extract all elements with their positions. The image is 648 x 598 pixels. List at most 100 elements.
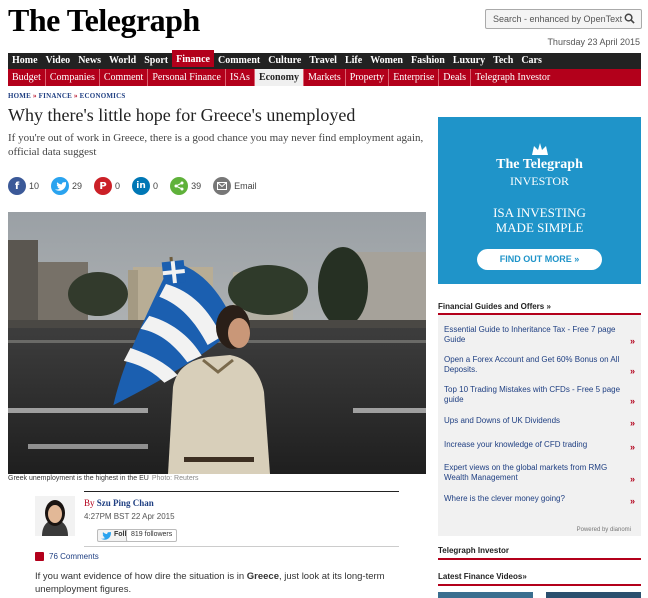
comments-link[interactable]: 76 Comments [35, 552, 99, 561]
article-body-paragraph: If you want evidence of how dire the sit… [35, 570, 425, 596]
photo-credit: Photo: Reuters [151, 475, 199, 482]
breadcrumb-separator: » [32, 92, 37, 100]
share-count: 39 [191, 181, 202, 191]
twitter-bird-icon [101, 532, 111, 540]
nav-item-fashion[interactable]: Fashion [407, 53, 449, 69]
author-photo [35, 496, 75, 536]
guide-item[interactable]: Open a Forex Account and Get 60% Bonus o… [444, 355, 629, 375]
pinterest-icon: P [94, 177, 113, 195]
breadcrumb-finance[interactable]: FINANCE [39, 92, 72, 100]
ad-subbrand: INVESTOR [509, 174, 570, 188]
twitter-share-button[interactable]: 29 [51, 177, 82, 195]
subnav-item-companies[interactable]: Companies [46, 69, 100, 86]
nav-item-video[interactable]: Video [42, 53, 75, 69]
subnav-item-budget[interactable]: Budget [8, 69, 46, 86]
caption-text: Greek unemployment is the highest in the… [8, 475, 149, 482]
subnav-item-personal-finance[interactable]: Personal Finance [148, 69, 226, 86]
latest-finance-videos-title[interactable]: Latest Finance Videos» [438, 572, 527, 581]
powered-by-dianomi[interactable]: Powered by dianomi [577, 527, 631, 533]
telegraph-investor-ad[interactable]: The Telegraph INVESTOR ISA INVESTING MAD… [438, 117, 641, 284]
search-icon[interactable] [624, 13, 635, 24]
hero-image[interactable] [8, 212, 426, 474]
author-byline: By Szu Ping Chan [84, 498, 154, 508]
subnav-item-telegraph-investor[interactable]: Telegraph Investor [471, 69, 554, 86]
email-icon [213, 177, 232, 195]
guide-item[interactable]: Increase your knowledge of CFD trading [444, 440, 629, 450]
article-timestamp: 4:27PM BST 22 Apr 2015 [84, 512, 175, 521]
author-divider-bottom [84, 546, 399, 547]
nav-item-life[interactable]: Life [341, 53, 366, 69]
guide-item[interactable]: Essential Guide to Inheritance Tax - Fre… [444, 325, 629, 345]
author-divider-top [84, 491, 399, 492]
comment-icon [35, 552, 44, 561]
video-thumbnail[interactable] [438, 592, 533, 598]
followers-count[interactable]: 819 followers [126, 529, 178, 542]
nav-item-news[interactable]: News [74, 53, 105, 69]
email-share-button[interactable]: Email [213, 177, 257, 195]
guide-arrow: » [629, 442, 635, 452]
greek-girl-with-flag-photo [8, 212, 426, 474]
search-placeholder: Search - enhanced by OpenText [493, 14, 623, 24]
nav-item-women[interactable]: Women [366, 53, 407, 69]
nav-item-travel[interactable]: Travel [305, 53, 341, 69]
telegraph-crest-icon [532, 143, 548, 155]
guide-arrow: » [629, 418, 635, 428]
breadcrumb: HOME» FINANCE» ECONOMICS [8, 92, 125, 100]
guide-item[interactable]: Where is the clever money going? [444, 494, 629, 504]
article-standfirst: If you're out of work in Greece, there i… [8, 132, 424, 158]
section-divider [438, 558, 641, 560]
facebook-share-button[interactable]: f 10 [8, 177, 39, 195]
breadcrumb-separator: » [73, 92, 78, 100]
pinterest-count: 0 [115, 181, 121, 191]
hero-caption: Greek unemployment is the highest in the… [8, 475, 199, 482]
share-icon [170, 177, 189, 195]
nav-item-luxury[interactable]: Luxury [449, 53, 489, 69]
guide-arrow: » [629, 336, 635, 346]
ad-headline-line1: ISA INVESTING [493, 205, 586, 220]
comments-count: 76 Comments [49, 552, 99, 561]
author-name[interactable]: Szu Ping Chan [97, 498, 154, 508]
share-button[interactable]: 39 [170, 177, 201, 195]
greece-link[interactable]: Greece [247, 571, 279, 582]
subnav-item-comment[interactable]: Comment [100, 69, 149, 86]
linkedin-count: 0 [153, 181, 159, 191]
telegraph-logo[interactable]: The Telegraph [8, 2, 200, 39]
nav-item-sport[interactable]: Sport [140, 53, 172, 69]
secondary-nav: Budget Companies Comment Personal Financ… [8, 69, 641, 86]
subnav-item-enterprise[interactable]: Enterprise [389, 69, 440, 86]
facebook-icon: f [8, 177, 26, 195]
subnav-item-deals[interactable]: Deals [439, 69, 472, 86]
video-thumbnail[interactable] [546, 592, 641, 598]
linkedin-share-button[interactable]: in 0 [132, 177, 158, 195]
nav-item-comment[interactable]: Comment [214, 53, 264, 69]
section-divider [438, 584, 641, 586]
subnav-item-economy[interactable]: Economy [254, 69, 304, 86]
nav-item-cars[interactable]: Cars [517, 53, 546, 69]
author-avatar[interactable] [35, 496, 75, 536]
find-out-more-button[interactable]: FIND OUT MORE » [477, 249, 602, 270]
search-input[interactable]: Search - enhanced by OpenText [485, 9, 642, 29]
email-label: Email [234, 181, 257, 191]
twitter-icon [51, 177, 70, 195]
pinterest-share-button[interactable]: P 0 [94, 177, 120, 195]
nav-item-world[interactable]: World [105, 53, 140, 69]
financial-guides-title[interactable]: Financial Guides and Offers » [438, 302, 551, 311]
subnav-item-markets[interactable]: Markets [304, 69, 346, 86]
guide-item[interactable]: Ups and Downs of UK Dividends [444, 416, 629, 426]
breadcrumb-home[interactable]: HOME [8, 92, 31, 100]
telegraph-investor-title[interactable]: Telegraph Investor [438, 546, 509, 555]
nav-item-home[interactable]: Home [8, 53, 42, 69]
nav-item-tech[interactable]: Tech [489, 53, 517, 69]
nav-item-culture[interactable]: Culture [264, 53, 305, 69]
ad-brand: The Telegraph [496, 157, 583, 172]
guide-item[interactable]: Top 10 Trading Mistakes with CFDs - Free… [444, 385, 629, 405]
primary-nav: Home Video News World Sport Finance Comm… [8, 50, 641, 69]
breadcrumb-economics[interactable]: ECONOMICS [80, 92, 126, 100]
current-date: Thursday 23 April 2015 [547, 37, 640, 47]
subnav-item-isas[interactable]: ISAs [226, 69, 255, 86]
nav-item-finance[interactable]: Finance [172, 50, 214, 67]
subnav-item-property[interactable]: Property [346, 69, 390, 86]
twitter-count: 29 [72, 181, 83, 191]
byline-prefix: By [84, 498, 95, 508]
guide-item[interactable]: Expert views on the global markets from … [444, 463, 629, 483]
